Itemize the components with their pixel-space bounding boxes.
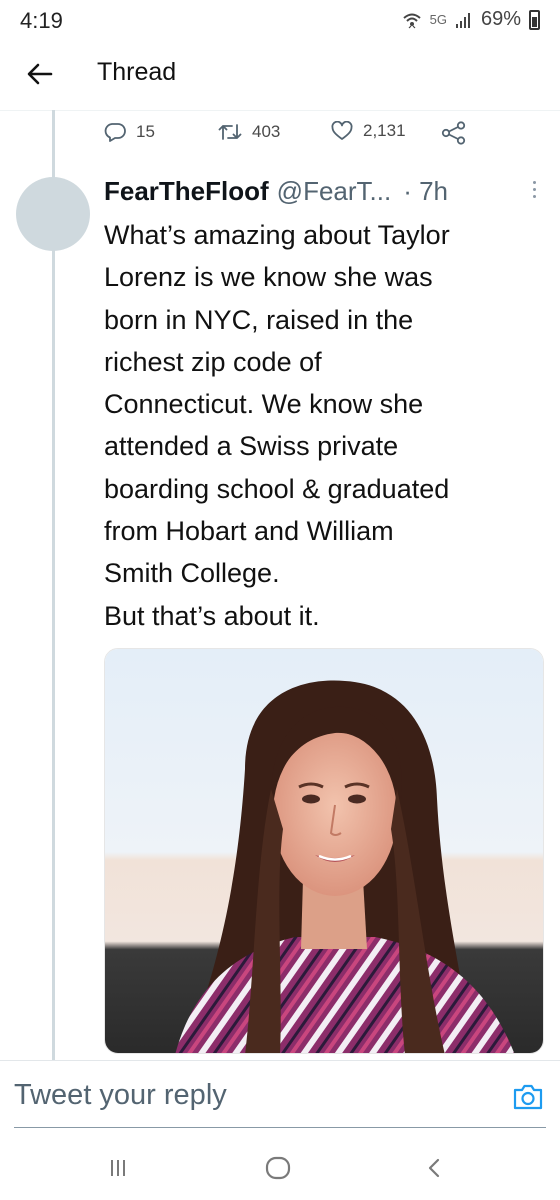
tweet-header: FearTheFloof @FearT... · 7h: [104, 173, 544, 209]
chevron-left-icon: [428, 1158, 440, 1178]
reply-button[interactable]: 15: [104, 121, 155, 143]
battery-percent: 69%: [480, 8, 521, 30]
like-count: 2,131: [363, 121, 406, 140]
tweet-text-line: Smith College.: [104, 558, 280, 589]
system-back-button[interactable]: [414, 1150, 454, 1186]
like-icon: [331, 121, 353, 140]
share-icon: [441, 121, 466, 145]
recent-apps-button[interactable]: [98, 1150, 138, 1186]
recent-apps-icon: [111, 1160, 125, 1176]
tweet-text-line: born in NYC, raised in the: [104, 304, 414, 335]
page-title: Thread: [97, 58, 177, 86]
author-name[interactable]: FearTheFloof: [104, 176, 269, 207]
author-handle[interactable]: @FearT...: [277, 176, 392, 207]
camera-button[interactable]: [512, 1083, 544, 1111]
tweet-text-line: boarding school & graduated: [104, 473, 450, 504]
reply-count: 15: [136, 122, 155, 141]
like-button[interactable]: 2,131: [331, 121, 406, 141]
more-options-icon[interactable]: [528, 177, 540, 205]
thread-connector-line: [52, 110, 55, 1060]
back-button[interactable]: [22, 56, 58, 92]
tweet-text-line: attended a Swiss private: [104, 431, 399, 462]
tweet-timestamp[interactable]: · 7h: [403, 176, 448, 207]
reply-divider: [14, 1127, 546, 1128]
arrow-left-icon: [27, 63, 53, 85]
retweet-icon: [218, 124, 242, 140]
signal-icon: [455, 12, 470, 28]
status-time: 4:19: [20, 8, 63, 33]
share-button[interactable]: [441, 121, 467, 145]
wifi-icon: [402, 13, 421, 28]
home-icon: [265, 1156, 291, 1180]
photo-illustration: [105, 649, 543, 1053]
tweet-photo[interactable]: [104, 648, 544, 1054]
camera-icon: [513, 1084, 543, 1110]
reply-composer: [0, 1060, 560, 1131]
parent-tweet-actions: 15 403 2,131: [104, 121, 484, 149]
retweet-button[interactable]: 403: [218, 121, 280, 143]
avatar[interactable]: [16, 177, 90, 251]
battery-icon: [529, 9, 540, 30]
network-type: 5G: [429, 12, 447, 27]
tweet-text-line: from Hobart and William: [104, 516, 394, 547]
tweet-text-line: What’s amazing about Taylor: [104, 220, 450, 250]
status-bar: 4:19 5G 69%: [0, 0, 560, 44]
status-icons: 5G 69%: [402, 8, 540, 31]
tweet-text-line: Connecticut. We know she: [104, 389, 424, 420]
system-nav-bar: [0, 1134, 560, 1200]
reply-input[interactable]: [14, 1075, 474, 1115]
tweet-text-line: richest zip code of: [104, 346, 322, 377]
retweet-count: 403: [252, 122, 281, 141]
tweet-text: What’s amazing about Taylor Lorenz is we…: [104, 214, 544, 637]
reply-icon: [104, 123, 126, 142]
tweet-text-line: Lorenz is we know she was: [104, 262, 433, 293]
home-button[interactable]: [258, 1150, 298, 1186]
thread-header: Thread: [0, 44, 560, 111]
tweet-text-line: But that’s about it.: [104, 600, 320, 631]
